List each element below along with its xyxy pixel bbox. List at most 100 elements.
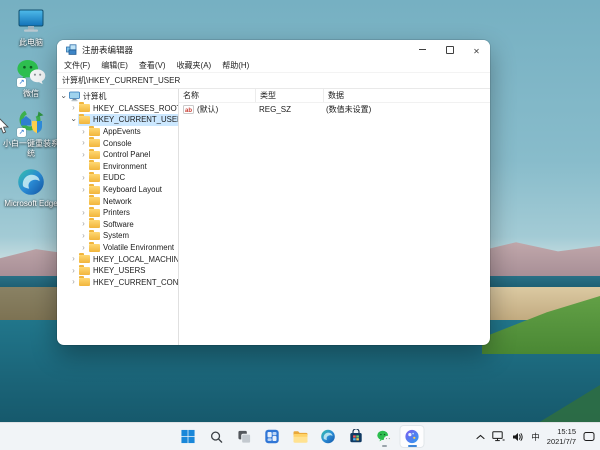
edge-icon bbox=[321, 429, 336, 444]
folder-icon bbox=[89, 174, 100, 182]
tree-item-eudc[interactable]: EUDC bbox=[57, 172, 178, 184]
taskbar-xiaobai-button[interactable] bbox=[400, 425, 425, 448]
tree-chevron-icon[interactable] bbox=[79, 220, 88, 228]
title-bar[interactable]: 注册表编辑器 bbox=[57, 40, 490, 59]
tree-item--[interactable]: 计算机 bbox=[57, 91, 178, 103]
column-header-2[interactable]: 数据 bbox=[324, 89, 490, 102]
taskbar-search-button[interactable] bbox=[204, 425, 229, 448]
tree-chevron-icon[interactable] bbox=[79, 151, 88, 159]
tree-item-volatile-environment[interactable]: Volatile Environment bbox=[57, 242, 178, 254]
running-indicator bbox=[382, 445, 387, 447]
tree-item-keyboard-layout[interactable]: Keyboard Layout bbox=[57, 184, 178, 196]
tree-item-hkey-local-machine[interactable]: HKEY_LOCAL_MACHINE bbox=[57, 253, 178, 265]
tree-item-environment[interactable]: Environment bbox=[57, 161, 178, 173]
taskbar-store-button[interactable] bbox=[344, 425, 369, 448]
clock[interactable]: 15:15 2021/7/7 bbox=[547, 427, 576, 446]
tree-chevron-icon[interactable] bbox=[79, 244, 88, 252]
menu-item-2[interactable]: 查看(V) bbox=[139, 60, 166, 71]
address-bar[interactable]: 计算机\HKEY_CURRENT_USER bbox=[57, 73, 490, 89]
folder-icon bbox=[79, 278, 90, 286]
taskbar-file-explorer-button[interactable] bbox=[288, 425, 313, 448]
close-button[interactable] bbox=[463, 40, 490, 59]
taskbar-buttons bbox=[176, 423, 425, 450]
desktop-icon-2[interactable]: 小白一键重装系统 bbox=[3, 107, 59, 158]
minimize-button[interactable] bbox=[409, 40, 436, 59]
tree-item-body: 计算机 bbox=[68, 91, 109, 103]
folder-icon bbox=[79, 116, 90, 124]
menu-item-3[interactable]: 收藏夹(A) bbox=[177, 60, 212, 71]
tree-chevron-icon[interactable] bbox=[79, 139, 88, 147]
maximize-button[interactable] bbox=[436, 40, 463, 59]
list-header: 名称类型数据 bbox=[179, 89, 490, 103]
active-indicator bbox=[408, 445, 417, 447]
column-header-1[interactable]: 类型 bbox=[256, 89, 324, 102]
tree-chevron-icon[interactable] bbox=[69, 278, 78, 286]
tree-chevron-icon[interactable] bbox=[79, 174, 88, 182]
desktop-icon-1[interactable]: 微信 bbox=[3, 57, 59, 99]
tree-chevron-icon[interactable] bbox=[79, 209, 88, 217]
tree-item-console[interactable]: Console bbox=[57, 137, 178, 149]
tree-item-printers[interactable]: Printers bbox=[57, 207, 178, 219]
value-name-cell: ab (默认) bbox=[179, 104, 255, 115]
tree-item-network[interactable]: Network bbox=[57, 195, 178, 207]
tree-chevron-icon[interactable] bbox=[69, 104, 78, 112]
tree-item-label: System bbox=[103, 231, 129, 240]
tree-item-body: Printers bbox=[88, 207, 133, 219]
network-icon[interactable] bbox=[492, 431, 505, 442]
tree-item-label: Console bbox=[103, 139, 132, 148]
taskbar-task-view-button[interactable] bbox=[232, 425, 257, 448]
tree-chevron-icon[interactable] bbox=[69, 116, 78, 124]
desktop-icon-label: 小白一键重装系统 bbox=[3, 139, 59, 158]
edge-desktop-icon bbox=[15, 167, 47, 197]
search-icon bbox=[209, 430, 223, 444]
tree-item-body: HKEY_CURRENT_USER bbox=[78, 114, 179, 126]
tree-item-label: HKEY_LOCAL_MACHINE bbox=[93, 255, 179, 264]
tree-item-body: Console bbox=[88, 137, 135, 149]
tree-chevron-icon[interactable] bbox=[59, 93, 68, 101]
tray-time: 15:15 bbox=[547, 427, 576, 436]
menu-item-1[interactable]: 编辑(E) bbox=[101, 60, 128, 71]
tree-chevron-icon[interactable] bbox=[69, 267, 78, 275]
tree-chevron-icon[interactable] bbox=[79, 232, 88, 240]
tree-item-system[interactable]: System bbox=[57, 230, 178, 242]
registry-icon bbox=[66, 44, 77, 55]
tree-item-label: EUDC bbox=[103, 173, 125, 182]
tree-item-hkey-classes-root[interactable]: HKEY_CLASSES_ROOT bbox=[57, 103, 178, 115]
desktop-icon-label: Microsoft Edge bbox=[4, 199, 57, 209]
tree-item-hkey-current-user[interactable]: HKEY_CURRENT_USER bbox=[57, 114, 178, 126]
value-name: (默认) bbox=[197, 104, 218, 115]
value-row[interactable]: ab(默认)REG_SZ(数值未设置) bbox=[179, 103, 490, 116]
tray-chevron-up-icon[interactable] bbox=[476, 434, 485, 440]
taskbar-edge-button[interactable] bbox=[316, 425, 341, 448]
menu-item-4[interactable]: 帮助(H) bbox=[222, 60, 249, 71]
tree-item-body: HKEY_LOCAL_MACHINE bbox=[78, 253, 179, 265]
notification-center-icon[interactable] bbox=[583, 431, 595, 442]
this-pc-icon bbox=[15, 6, 47, 36]
tree-item-control-panel[interactable]: Control Panel bbox=[57, 149, 178, 161]
volume-icon[interactable] bbox=[512, 432, 524, 442]
tree-item-software[interactable]: Software bbox=[57, 219, 178, 231]
desktop-icon-0[interactable]: 此电脑 bbox=[3, 6, 59, 48]
file-explorer-icon bbox=[292, 430, 308, 444]
taskbar-wechat-button[interactable] bbox=[372, 425, 397, 448]
ime-indicator[interactable]: 中 bbox=[531, 431, 540, 443]
tree-chevron-icon[interactable] bbox=[79, 128, 88, 136]
tree-item-hkey-users[interactable]: HKEY_USERS bbox=[57, 265, 178, 277]
tree-item-label: HKEY_USERS bbox=[93, 266, 145, 275]
tree-chevron-icon[interactable] bbox=[69, 255, 78, 263]
column-header-0[interactable]: 名称 bbox=[179, 89, 256, 102]
taskbar-start-button[interactable] bbox=[176, 425, 201, 448]
window-content: 计算机HKEY_CLASSES_ROOTHKEY_CURRENT_USERApp… bbox=[57, 89, 490, 345]
menu-item-0[interactable]: 文件(F) bbox=[64, 60, 90, 71]
tree-item-label: HKEY_CURRENT_CONFIG bbox=[93, 278, 179, 287]
tree-chevron-icon[interactable] bbox=[79, 186, 88, 194]
desktop-icon-3[interactable]: Microsoft Edge bbox=[3, 167, 59, 209]
tree-item-hkey-current-config[interactable]: HKEY_CURRENT_CONFIG bbox=[57, 277, 178, 289]
tree-item-appevents[interactable]: AppEvents bbox=[57, 126, 178, 138]
tree-item-label: Volatile Environment bbox=[103, 243, 174, 252]
tree-item-body: HKEY_CURRENT_CONFIG bbox=[78, 277, 179, 289]
svg-text:ab: ab bbox=[185, 108, 192, 114]
taskbar: 中 15:15 2021/7/7 bbox=[0, 422, 600, 450]
start-icon bbox=[181, 429, 196, 444]
taskbar-widgets-button[interactable] bbox=[260, 425, 285, 448]
